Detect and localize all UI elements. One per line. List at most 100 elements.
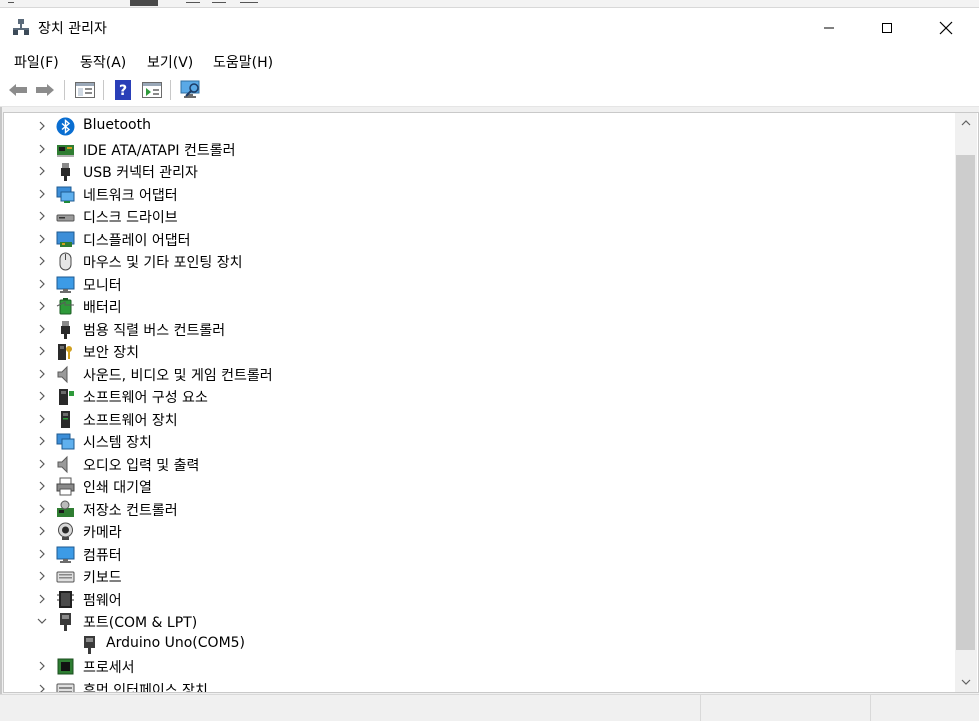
tree-category-row[interactable]: 프로세서: [4, 655, 954, 678]
tree-category-row[interactable]: 저장소 컨트롤러: [4, 498, 954, 521]
chevron-right-icon[interactable]: [36, 323, 48, 335]
scan-hardware-button[interactable]: [179, 79, 203, 101]
chevron-right-icon[interactable]: [36, 390, 48, 402]
tree-category-label: 사운드, 비디오 및 게임 컨트롤러: [83, 367, 273, 384]
tree-category-row[interactable]: 디스크 드라이브: [4, 205, 954, 228]
minimize-button[interactable]: [800, 8, 858, 48]
tree-category-row[interactable]: Bluetooth: [4, 115, 954, 138]
properties-pane-button[interactable]: [73, 79, 97, 101]
tree-category-row[interactable]: IDE ATA/ATAPI 컨트롤러: [4, 138, 954, 161]
chevron-right-icon[interactable]: [36, 570, 48, 582]
tree-category-row[interactable]: 디스플레이 어댑터: [4, 228, 954, 251]
chevron-right-icon[interactable]: [36, 210, 48, 222]
tree-category-row[interactable]: 시스템 장치: [4, 430, 954, 453]
tree-category-row[interactable]: 소프트웨어 구성 요소: [4, 385, 954, 408]
menu-view[interactable]: 보기(V): [147, 52, 193, 72]
tree-category-row[interactable]: 컴퓨터: [4, 543, 954, 566]
disk-drive-icon: [56, 214, 75, 222]
chevron-right-icon[interactable]: [36, 255, 48, 267]
tree-category-label: 휴먼 인터페이스 장치: [83, 682, 208, 693]
toolbar: ?: [0, 74, 979, 107]
chevron-right-icon[interactable]: [36, 503, 48, 515]
tree-category-label: Bluetooth: [83, 117, 151, 133]
chevron-right-icon[interactable]: [36, 458, 48, 470]
menu-action[interactable]: 동작(A): [80, 52, 126, 72]
chevron-right-icon[interactable]: [36, 525, 48, 537]
menu-file[interactable]: 파일(F): [14, 52, 59, 72]
tree-category-label: 디스크 드라이브: [83, 210, 178, 226]
chevron-right-icon[interactable]: [36, 120, 48, 132]
scroll-thumb[interactable]: [956, 155, 975, 650]
chevron-right-icon[interactable]: [36, 188, 48, 200]
tree-category-row[interactable]: 네트워크 어댑터: [4, 183, 954, 206]
tree-category-label: 소프트웨어 장치: [83, 412, 178, 429]
status-bar: [0, 694, 979, 721]
chevron-right-icon[interactable]: [36, 165, 48, 177]
vertical-scrollbar[interactable]: [955, 113, 977, 692]
help-button[interactable]: ?: [111, 79, 135, 101]
properties-pane-icon: [75, 82, 95, 98]
mouse-icon: [59, 252, 72, 271]
scroll-down-button[interactable]: [955, 672, 977, 692]
tree-category-row[interactable]: 오디오 입력 및 출력: [4, 453, 954, 476]
close-button[interactable]: [917, 8, 975, 48]
chevron-down-icon[interactable]: [36, 615, 48, 627]
chevron-right-icon[interactable]: [36, 480, 48, 492]
chevron-right-icon[interactable]: [36, 660, 48, 672]
tree-category-row[interactable]: 포트(COM & LPT): [4, 610, 954, 633]
tree-category-label: 키보드: [83, 570, 122, 586]
chevron-right-icon[interactable]: [36, 233, 48, 245]
back-arrow-icon: [9, 84, 27, 96]
chevron-right-icon[interactable]: [36, 435, 48, 447]
tree-category-row[interactable]: 마우스 및 기타 포인팅 장치: [4, 250, 954, 273]
tree-category-label: USB 커넥터 관리자: [83, 165, 198, 181]
tree-category-row[interactable]: 카메라: [4, 520, 954, 543]
chevron-right-icon[interactable]: [36, 548, 48, 560]
tree-category-row[interactable]: 소프트웨어 장치: [4, 408, 954, 431]
tree-category-row[interactable]: 인쇄 대기열: [4, 475, 954, 498]
chevron-right-icon[interactable]: [36, 143, 48, 155]
scroll-up-button[interactable]: [955, 113, 977, 133]
chevron-right-icon[interactable]: [36, 413, 48, 425]
tree-category-row[interactable]: 펌웨어: [4, 588, 954, 611]
tree-category-row[interactable]: 보안 장치: [4, 340, 954, 363]
tree-category-row[interactable]: 키보드: [4, 565, 954, 588]
chevron-right-icon[interactable]: [36, 345, 48, 357]
chevron-right-icon[interactable]: [36, 300, 48, 312]
update-driver-button[interactable]: [140, 79, 164, 101]
tree-device-row[interactable]: Arduino Uno(COM5): [4, 633, 954, 656]
chevron-right-icon[interactable]: [36, 278, 48, 290]
chevron-right-icon[interactable]: [36, 683, 48, 694]
taskbar-strip: [0, 0, 979, 8]
display-adapter-icon: [56, 231, 75, 247]
title-bar[interactable]: 장치 관리자: [0, 8, 979, 48]
chevron-right-icon[interactable]: [36, 593, 48, 605]
minimize-icon: [824, 27, 834, 29]
chevron-right-icon[interactable]: [36, 368, 48, 380]
tree-category-label: 디스플레이 어댑터: [83, 232, 191, 249]
toolbar-separator: [103, 80, 104, 100]
monitor-icon: [56, 276, 75, 293]
printer-icon: [56, 477, 75, 496]
maximize-button[interactable]: [858, 8, 916, 48]
tree-category-label: 인쇄 대기열: [83, 480, 152, 496]
menu-help[interactable]: 도움말(H): [213, 52, 273, 72]
tree-category-label: 프로세서: [83, 660, 135, 676]
tree-category-row[interactable]: 사운드, 비디오 및 게임 컨트롤러: [4, 363, 954, 386]
toolbar-separator: [64, 80, 65, 100]
tree-category-row[interactable]: 배터리: [4, 295, 954, 318]
device-tree-panel: Bluetooth IDE ATA/ATAPI 컨트롤러 USB 커넥터 관리자네트…: [3, 112, 979, 693]
camera-icon: [58, 522, 73, 540]
processor-icon: [57, 658, 74, 675]
battery-icon: [56, 298, 74, 315]
back-button[interactable]: [6, 79, 30, 101]
tree-category-row[interactable]: 모니터: [4, 273, 954, 296]
forward-button[interactable]: [33, 79, 57, 101]
device-tree: Bluetooth IDE ATA/ATAPI 컨트롤러 USB 커넥터 관리자네트…: [4, 115, 954, 694]
tree-category-label: 모니터: [83, 277, 122, 294]
tree-category-row[interactable]: 범용 직렬 버스 컨트롤러: [4, 318, 954, 341]
tree-category-row[interactable]: USB 커넥터 관리자: [4, 160, 954, 183]
computer-icon: [56, 546, 75, 563]
bluetooth-icon: [56, 117, 75, 136]
tree-category-row[interactable]: 휴먼 인터페이스 장치: [4, 678, 954, 694]
